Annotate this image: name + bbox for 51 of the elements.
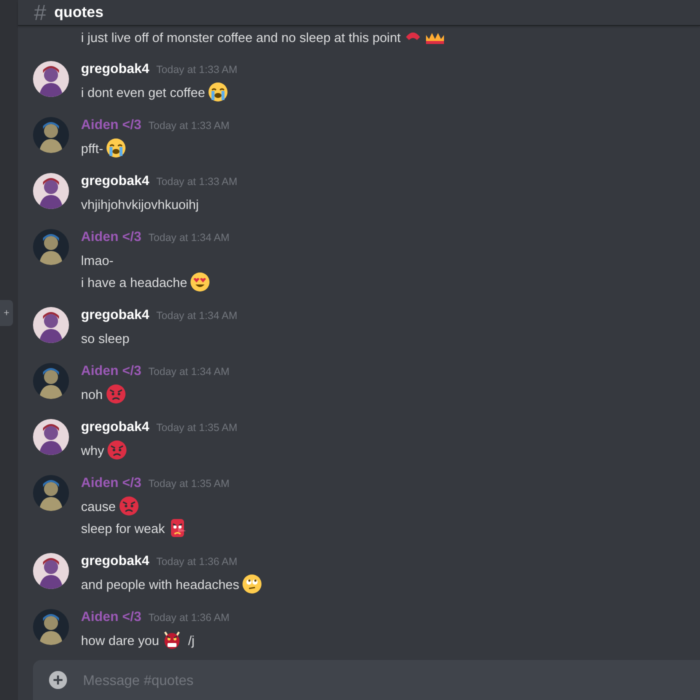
- timestamp: Today at 1:35 AM: [156, 422, 238, 434]
- message-text: /j: [188, 632, 195, 648]
- timestamp: Today at 1:33 AM: [156, 64, 238, 76]
- avatar[interactable]: [33, 307, 69, 343]
- username[interactable]: gregobak4: [81, 173, 150, 188]
- message-text: why: [81, 442, 104, 458]
- timestamp: Today at 1:34 AM: [156, 310, 238, 322]
- username[interactable]: gregobak4: [81, 553, 150, 568]
- crying-face-icon: [106, 138, 126, 158]
- ogre-mask-icon: [162, 630, 182, 650]
- channel-name: quotes: [54, 4, 104, 21]
- angry-face-icon: [107, 440, 128, 460]
- avatar[interactable]: [33, 553, 69, 589]
- timestamp: Today at 1:34 AM: [148, 232, 230, 244]
- message-text: i just live off of monster coffee and no sleep at this point: [81, 30, 401, 44]
- channel-hash: #: [34, 0, 46, 26]
- avatar[interactable]: [33, 475, 69, 511]
- add-attachment-icon[interactable]: [49, 671, 67, 689]
- avatar[interactable]: [33, 117, 69, 153]
- angry-face-icon: [118, 496, 139, 516]
- message-text: lmao-: [81, 252, 114, 268]
- avatar[interactable]: [33, 173, 69, 209]
- crying-face-icon: [208, 82, 228, 102]
- message-text: sleep for weak: [81, 520, 165, 536]
- message-text: i dont even get coffee: [81, 84, 206, 100]
- message-text: noh: [81, 386, 103, 402]
- angry-face-icon: [106, 384, 126, 404]
- username[interactable]: gregobak4: [81, 307, 150, 322]
- message-text: how dare you: [81, 632, 160, 648]
- message-text: i have a headache: [81, 274, 188, 290]
- avatar[interactable]: [33, 609, 69, 645]
- message-text: cause: [81, 498, 116, 514]
- avatar[interactable]: [33, 61, 69, 97]
- message-text: vhjihjohvkijovhkuoihj: [81, 196, 199, 212]
- heart-eyes-face-icon: [190, 272, 210, 292]
- avatar[interactable]: [33, 363, 69, 399]
- message-text: so sleep: [81, 330, 130, 346]
- timestamp: Today at 1:33 AM: [156, 176, 238, 188]
- avatar[interactable]: [33, 229, 69, 265]
- timestamp: Today at 1:35 AM: [148, 478, 230, 490]
- avatar[interactable]: [33, 419, 69, 455]
- message-text: pfft-: [81, 140, 104, 156]
- timestamp: Today at 1:36 AM: [156, 556, 238, 568]
- username[interactable]: gregobak4: [81, 419, 150, 434]
- add-tab[interactable]: +: [0, 300, 13, 326]
- timestamp: Today at 1:33 AM: [148, 120, 230, 132]
- rolling-eyes-face-icon: [242, 574, 262, 594]
- message-text: and people with headaches: [81, 576, 240, 592]
- timestamp: Today at 1:36 AM: [148, 612, 230, 624]
- username[interactable]: gregobak4: [81, 61, 150, 76]
- timestamp: Today at 1:34 AM: [148, 366, 230, 378]
